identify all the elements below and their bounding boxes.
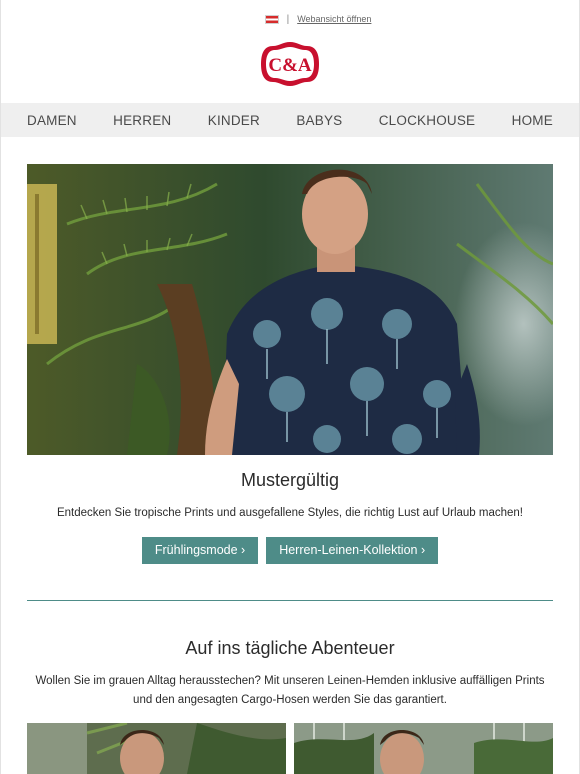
- nav-item-home[interactable]: HOME: [512, 113, 553, 128]
- austria-flag-icon: [264, 14, 279, 24]
- main-nav: DAMEN HERREN KINDER BABYS CLOCKHOUSE HOM…: [1, 103, 579, 137]
- nav-item-kinder[interactable]: KINDER: [208, 113, 260, 128]
- nav-item-babys[interactable]: BABYS: [296, 113, 342, 128]
- nav-item-damen[interactable]: DAMEN: [27, 113, 77, 128]
- hero-button-row: Frühlingsmode › Herren-Leinen-Kollektion…: [0, 537, 580, 564]
- nav-item-clockhouse[interactable]: CLOCKHOUSE: [379, 113, 476, 128]
- hero-image[interactable]: [27, 164, 553, 455]
- spring-fashion-button[interactable]: Frühlingsmode ›: [141, 537, 259, 564]
- separator: |: [286, 13, 290, 25]
- section-text-line-1: Wollen Sie im grauen Alltag heraussteche…: [35, 675, 545, 687]
- product-image-right[interactable]: [294, 723, 553, 774]
- nav-item-herren[interactable]: HERREN: [113, 113, 171, 128]
- top-bar: | Webansicht öffnen: [0, 12, 580, 26]
- hero-text: Entdecken Sie tropische Prints und ausge…: [56, 507, 523, 519]
- hero-title: Mustergültig: [240, 470, 340, 490]
- section-divider: [27, 600, 553, 601]
- product-image-left[interactable]: [27, 723, 286, 774]
- section-text-line-2: und den angesagten Cargo-Hosen werden Si…: [133, 694, 447, 706]
- linen-collection-button[interactable]: Herren-Leinen-Kollektion ›: [266, 537, 439, 564]
- web-view-link[interactable]: Webansicht öffnen: [297, 14, 371, 24]
- section-title: Auf ins tägliche Abenteuer: [185, 638, 395, 658]
- ca-logo[interactable]: C&A: [259, 40, 321, 88]
- logo-text: C&A: [268, 55, 312, 76]
